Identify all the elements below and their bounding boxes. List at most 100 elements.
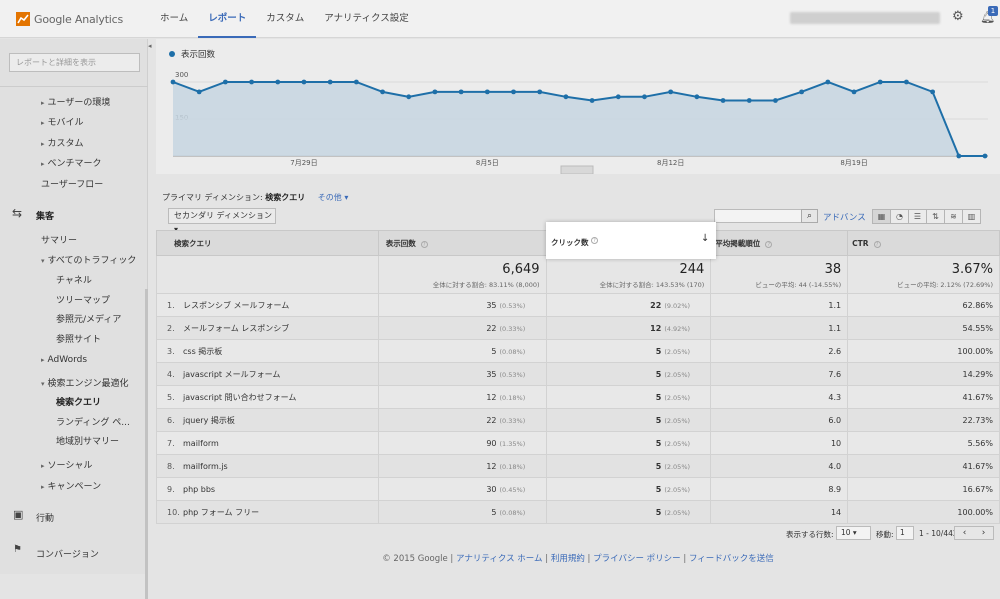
prev-page-icon[interactable]: ‹ [955, 527, 974, 539]
clicks-pct: (2.05%) [664, 485, 691, 494]
query-link[interactable]: mailform [183, 439, 219, 448]
sidebar-item-landing-pages[interactable]: ランディング ペ... [56, 415, 130, 428]
table-view-icon[interactable]: ▦ [872, 209, 891, 224]
clicks-header-label[interactable]: クリック数 [551, 237, 589, 248]
chart-resize-handle [560, 165, 594, 174]
primary-dimension-value[interactable]: 検索クエリ [265, 193, 305, 202]
impressions-pct: (0.33%) [499, 416, 526, 425]
table-row[interactable]: 2. メールフォーム レスポンシブ 22 (0.33%) 12 (4.92%) 1.1 54.… [156, 316, 1000, 340]
header-query[interactable]: 検索クエリ [156, 230, 379, 256]
data-point [825, 79, 831, 85]
sidebar-item-all-traffic[interactable]: ▾ すべてのトラフィック [41, 253, 136, 266]
account-selector[interactable] [790, 12, 940, 24]
sidebar-item-geo-summary[interactable]: 地域別サマリー [56, 434, 119, 447]
query-link[interactable]: css 掲示板 [183, 347, 222, 356]
footer-link-privacy[interactable]: プライバシー ポリシー [593, 554, 681, 564]
chart-svg: 300 150 7月29日8月5日8月12日8月19日 [170, 71, 988, 174]
sidebar-scrollbar[interactable] [145, 289, 148, 599]
sidebar-item-queries[interactable]: 検索クエリ [56, 395, 101, 408]
row-index: 6. [167, 415, 175, 425]
goto-input[interactable]: 1 [896, 526, 914, 540]
sidebar-item-overview[interactable]: サマリー [41, 233, 77, 246]
clicks-pct: (2.05%) [664, 462, 691, 471]
footer-link-terms[interactable]: 利用規約 [551, 554, 585, 564]
nav-reports[interactable]: レポート [198, 0, 257, 38]
performance-view-icon[interactable]: ☰ [908, 209, 927, 224]
sidebar-item-referrals[interactable]: 参照サイト [56, 332, 101, 345]
collapse-sidebar-icon[interactable]: ◂ [148, 42, 156, 54]
nav-admin[interactable]: アナリティクス設定 [314, 0, 418, 38]
data-table: 検索クエリ 表示回数? 平均掲載順位? CTR? 6,649 全体に対する割合: … [156, 230, 1000, 524]
x-tick-label: 8月5日 [476, 159, 499, 167]
secondary-dimension-dropdown[interactable]: セカンダリ ディメンション ▾ [168, 208, 276, 234]
pie-view-icon[interactable]: ◔ [890, 209, 909, 224]
sidebar-item-campaigns[interactable]: ▸ キャンペーン [41, 479, 101, 492]
header-ctr[interactable]: CTR? [847, 230, 1000, 256]
advanced-filter-link[interactable]: アドバンス [823, 211, 866, 223]
data-point [615, 94, 621, 100]
table-row[interactable]: 6. jquery 掲示板 22 (0.33%) 5 (2.05%) 6.0 22.73% [156, 408, 1000, 432]
sidebar-item-user-flow[interactable]: ユーザーフロー [41, 177, 103, 190]
header-impressions[interactable]: 表示回数? [377, 230, 547, 256]
sidebar-item-channels[interactable]: チャネル [56, 273, 92, 286]
impressions-pct: (0.53%) [499, 370, 526, 379]
x-tick-label: 8月12日 [657, 159, 684, 167]
query-link[interactable]: レスポンシブ メールフォーム [183, 301, 289, 310]
comparison-view-icon[interactable]: ⇅ [926, 209, 945, 224]
next-page-icon[interactable]: › [974, 527, 993, 539]
header-avg-position[interactable]: 平均掲載順位? [710, 230, 849, 256]
sidebar-item-social[interactable]: ▸ ソーシャル [41, 458, 92, 471]
sidebar-section-behavior[interactable]: 行動 [36, 511, 54, 524]
pivot-view-icon[interactable]: ▥ [962, 209, 981, 224]
nav-custom[interactable]: カスタム [256, 0, 314, 38]
data-point [799, 89, 805, 95]
sidebar-item-mobile[interactable]: ▸ モバイル [41, 115, 84, 128]
query-link[interactable]: javascript メールフォーム [183, 370, 280, 379]
sidebar-item-custom[interactable]: ▸ カスタム [41, 136, 84, 149]
ga-logo[interactable]: Google Analytics [16, 11, 123, 27]
chart-plot [170, 79, 988, 159]
report-search-input[interactable]: レポートと詳細を表示 [9, 53, 140, 72]
rows-per-page-select[interactable]: 10 ▾ [836, 526, 871, 540]
sidebar-item-source-medium[interactable]: 参照元/メディア [56, 312, 121, 325]
query-link[interactable]: javascript 問い合わせフォーム [183, 393, 296, 402]
table-row[interactable]: 7. mailform 90 (1.35%) 5 (2.05%) 10 5.56% [156, 431, 1000, 455]
caret-right-icon: ▸ [41, 356, 45, 364]
sidebar-item-adwords[interactable]: ▸ AdWords [41, 355, 87, 365]
sidebar-item-technology[interactable]: ▸ ユーザーの環境 [41, 95, 110, 108]
footer-link-feedback[interactable]: フィードバックを送信 [689, 554, 774, 564]
table-row[interactable]: 9. php bbs 30 (0.45%) 5 (2.05%) 8.9 16.67% [156, 477, 1000, 501]
help-icon[interactable]: ? [591, 237, 598, 244]
sidebar-item-benchmark[interactable]: ▸ ベンチマーク [41, 156, 102, 169]
sidebar-section-acquisition[interactable]: 集客 [36, 209, 54, 222]
primary-dimension: プライマリ ディメンション: 検索クエリ その他 ▾ [162, 193, 349, 202]
query-link[interactable]: php フォーム フリー [183, 508, 259, 517]
data-point [458, 89, 464, 95]
gear-icon[interactable]: ⚙ [952, 10, 966, 24]
query-link[interactable]: mailform.js [183, 462, 228, 471]
table-row[interactable]: 4. javascript メールフォーム 35 (0.53%) 5 (2.05%) 7.6… [156, 362, 1000, 386]
nav-home[interactable]: ホーム [150, 0, 198, 38]
term-cloud-icon[interactable]: ≋ [944, 209, 963, 224]
table-row[interactable]: 1. レスポンシブ メールフォーム 35 (0.53%) 22 (9.02%) 1.1 62.… [156, 293, 1000, 317]
query-link[interactable]: メールフォーム レスポンシブ [183, 324, 289, 333]
sort-desc-icon[interactable]: ↓ [701, 233, 709, 244]
clicks-pct: (2.05%) [664, 347, 691, 356]
query-link[interactable]: jquery 掲示板 [183, 416, 235, 425]
row-index: 5. [167, 392, 175, 402]
clicks-pct: (2.05%) [664, 416, 691, 425]
other-dimension-link[interactable]: その他 ▾ [318, 193, 349, 202]
table-row[interactable]: 5. javascript 問い合わせフォーム 12 (0.18%) 5 (2.05%) 4… [156, 385, 1000, 409]
data-point [170, 79, 176, 85]
table-row[interactable]: 8. mailform.js 12 (0.18%) 5 (2.05%) 4.0 41.67% [156, 454, 1000, 478]
query-link[interactable]: php bbs [183, 485, 215, 494]
sidebar-section-conversions[interactable]: コンバージョン [36, 547, 99, 560]
table-row[interactable]: 3. css 掲示板 5 (0.08%) 5 (2.05%) 2.6 100.00% [156, 339, 1000, 363]
search-icon[interactable]: ⌕ [801, 209, 818, 223]
avg-position-value: 4.0 [710, 454, 849, 478]
data-point [484, 89, 490, 95]
sidebar-item-seo[interactable]: ▾ 検索エンジン最適化 [41, 376, 129, 389]
footer-link-home[interactable]: アナリティクス ホーム [456, 554, 543, 564]
sidebar-item-treemaps[interactable]: ツリーマップ [56, 293, 110, 306]
data-point [327, 79, 333, 85]
